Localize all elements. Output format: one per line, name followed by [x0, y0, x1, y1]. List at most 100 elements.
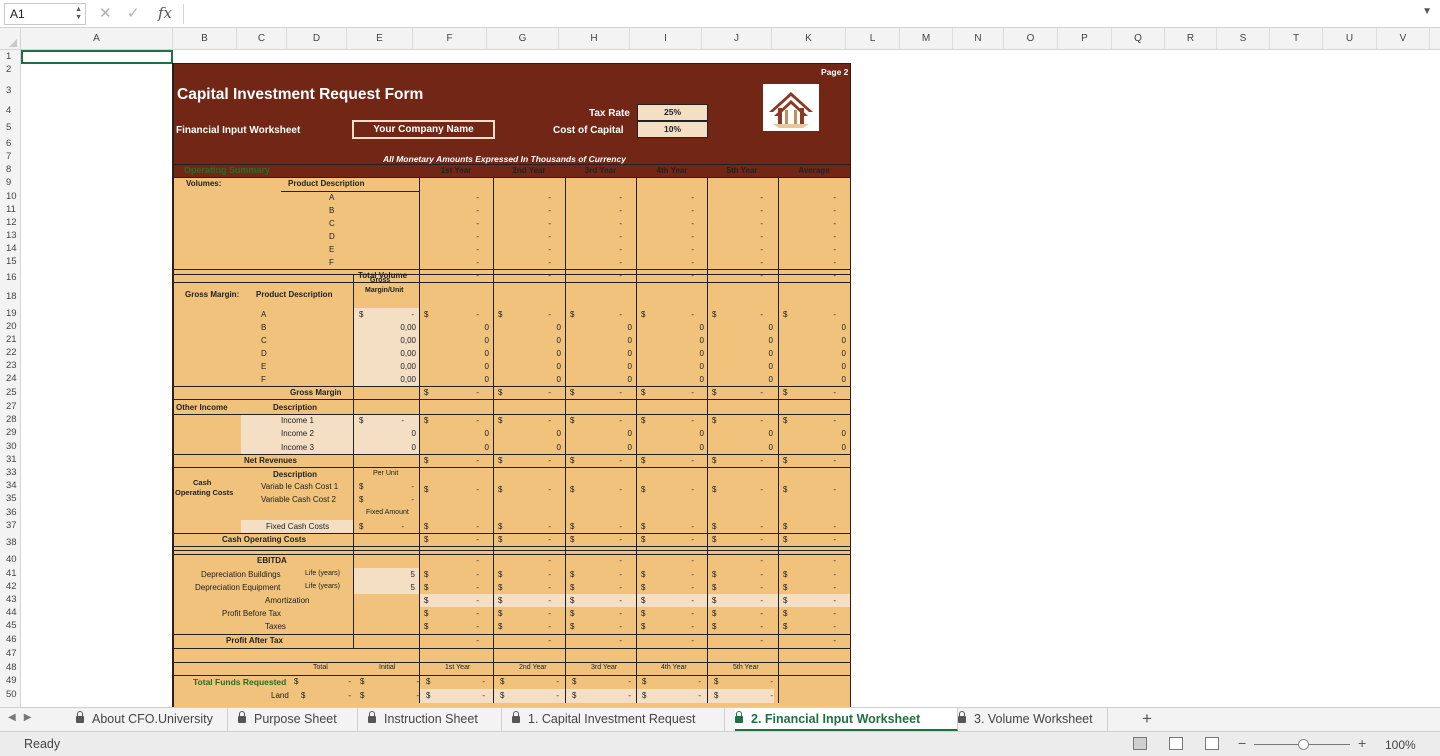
row-header-11[interactable]: 11: [0, 203, 21, 216]
page-layout-view-icon[interactable]: [1169, 737, 1183, 750]
column-header-a[interactable]: A: [21, 28, 173, 50]
column-header-d[interactable]: D: [287, 28, 347, 50]
column-header-o[interactable]: O: [1004, 28, 1058, 50]
row-header-9[interactable]: 9: [0, 176, 21, 190]
worksheet-grid[interactable]: Page 2 Capital Investment Request Form F…: [21, 50, 1440, 707]
sheet-tab-5[interactable]: 2. Financial Input Worksheet: [735, 708, 958, 731]
row-header-43[interactable]: 43: [0, 593, 21, 606]
row-header-44[interactable]: 44: [0, 606, 21, 619]
column-header-j[interactable]: J: [702, 28, 772, 50]
zoom-in-icon[interactable]: +: [1358, 735, 1366, 751]
row-header-20[interactable]: 20: [0, 320, 21, 333]
row-header-41[interactable]: 41: [0, 567, 21, 580]
row-header-16[interactable]: 16: [0, 268, 21, 287]
row-header-3[interactable]: 3: [0, 76, 21, 105]
row-header-48[interactable]: 48: [0, 661, 21, 674]
row-header-4[interactable]: 4: [0, 105, 21, 117]
row-header-23[interactable]: 23: [0, 359, 21, 372]
row-header-37[interactable]: 37: [0, 519, 21, 532]
selected-cell-a1[interactable]: [21, 50, 173, 64]
formula-input[interactable]: [190, 4, 1420, 24]
income-3-value-3: 0: [699, 443, 704, 452]
row-header-49[interactable]: 49: [0, 674, 21, 688]
tax-rate-field[interactable]: 25%: [637, 104, 708, 121]
column-header-s[interactable]: S: [1217, 28, 1270, 50]
sheet-tab-4[interactable]: 1. Capital Investment Request: [512, 708, 725, 731]
column-header-m[interactable]: M: [900, 28, 953, 50]
column-header-t[interactable]: T: [1270, 28, 1323, 50]
row-header-36[interactable]: 36: [0, 506, 21, 519]
ebitda-value-3: -: [691, 556, 694, 565]
company-name-field[interactable]: Your Company Name: [352, 120, 495, 139]
zoom-slider-handle[interactable]: [1298, 739, 1309, 750]
row-header-45[interactable]: 45: [0, 619, 21, 633]
row-header-18[interactable]: 18: [0, 287, 21, 307]
column-header-k[interactable]: K: [772, 28, 846, 50]
row-header-29[interactable]: 29: [0, 426, 21, 440]
column-header-b[interactable]: B: [173, 28, 237, 50]
column-header-r[interactable]: R: [1165, 28, 1217, 50]
row-header-40[interactable]: 40: [0, 553, 21, 567]
insert-function-icon[interactable]: fx: [158, 4, 172, 22]
row-header-34[interactable]: 34: [0, 479, 21, 492]
row-header-12[interactable]: 12: [0, 216, 21, 229]
row-header-33[interactable]: 33: [0, 467, 21, 479]
enter-check-icon[interactable]: ✓: [127, 4, 140, 22]
column-header-q[interactable]: Q: [1112, 28, 1165, 50]
row-header-5[interactable]: 5: [0, 117, 21, 138]
row-header-35[interactable]: 35: [0, 492, 21, 506]
row-header-47[interactable]: 47: [0, 647, 21, 661]
row-header-7[interactable]: 7: [0, 150, 21, 163]
row-header-13[interactable]: 13: [0, 229, 21, 242]
row-header-50[interactable]: 50: [0, 688, 21, 702]
row-header-8[interactable]: 8: [0, 163, 21, 176]
name-box[interactable]: A1 ▲ ▼: [4, 3, 86, 25]
row-header-42[interactable]: 42: [0, 580, 21, 593]
column-header-p[interactable]: P: [1058, 28, 1112, 50]
land-values-row[interactable]: [419, 689, 774, 703]
row-header-21[interactable]: 21: [0, 333, 21, 346]
row-header-15[interactable]: 15: [0, 255, 21, 268]
row-header-38[interactable]: 38: [0, 532, 21, 553]
row-header-28[interactable]: 28: [0, 413, 21, 426]
row-header-6[interactable]: 6: [0, 138, 21, 150]
expand-formula-bar-icon[interactable]: ▼: [1422, 6, 1432, 17]
column-header-g[interactable]: G: [487, 28, 559, 50]
sheet-tab-1[interactable]: About CFO.University: [76, 708, 228, 731]
sheet-navigation-arrows-icon[interactable]: ◀▶: [8, 712, 39, 723]
name-box-stepper-icon[interactable]: ▲ ▼: [75, 6, 82, 22]
sheet-tab-3[interactable]: Instruction Sheet: [368, 708, 502, 731]
cancel-icon[interactable]: ✕: [99, 4, 112, 22]
column-header-f[interactable]: F: [413, 28, 487, 50]
row-header-24[interactable]: 24: [0, 372, 21, 385]
row-header-31[interactable]: 31: [0, 453, 21, 467]
zoom-level[interactable]: 100%: [1385, 738, 1416, 752]
row-header-22[interactable]: 22: [0, 346, 21, 359]
row-header-2[interactable]: 2: [0, 63, 21, 76]
column-header-i[interactable]: I: [630, 28, 702, 50]
page-break-preview-icon[interactable]: [1205, 737, 1219, 750]
column-header-e[interactable]: E: [347, 28, 413, 50]
row-header-25[interactable]: 25: [0, 385, 21, 400]
cost-of-capital-field[interactable]: 10%: [637, 121, 708, 138]
zoom-out-icon[interactable]: −: [1238, 735, 1246, 751]
sheet-tab-2[interactable]: Purpose Sheet: [238, 708, 358, 731]
funds-dollar-5: $: [642, 677, 647, 686]
column-header-n[interactable]: N: [953, 28, 1004, 50]
column-header-l[interactable]: L: [846, 28, 900, 50]
normal-view-icon[interactable]: [1133, 737, 1147, 750]
add-sheet-button[interactable]: +: [1142, 708, 1152, 730]
row-header-14[interactable]: 14: [0, 242, 21, 255]
column-header-h[interactable]: H: [559, 28, 630, 50]
row-header-19[interactable]: 19: [0, 307, 21, 320]
row-header-30[interactable]: 30: [0, 440, 21, 453]
row-header-27[interactable]: 27: [0, 400, 21, 413]
column-header-c[interactable]: C: [237, 28, 287, 50]
row-header-10[interactable]: 10: [0, 190, 21, 203]
column-header-v[interactable]: V: [1377, 28, 1430, 50]
row-header-1[interactable]: 1: [0, 50, 21, 63]
sheet-tab-6[interactable]: 3. Volume Worksheet: [958, 708, 1108, 731]
column-header-u[interactable]: U: [1323, 28, 1377, 50]
row-header-46[interactable]: 46: [0, 633, 21, 647]
select-all-button[interactable]: [0, 28, 21, 50]
